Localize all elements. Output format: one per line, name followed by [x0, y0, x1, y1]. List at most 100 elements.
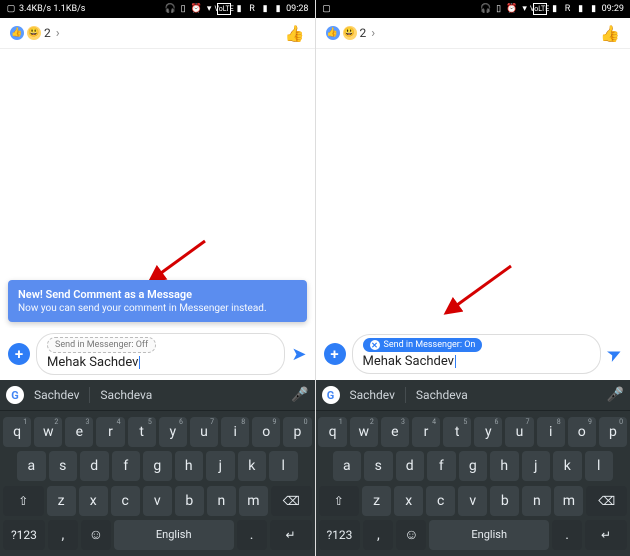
- post-header: 👍 😃 2 › 👍: [0, 18, 315, 49]
- key-c[interactable]: c: [111, 486, 140, 516]
- key-q[interactable]: q1: [318, 417, 346, 447]
- key-h[interactable]: h: [175, 451, 204, 481]
- key-k[interactable]: k: [238, 451, 267, 481]
- key-s[interactable]: s: [364, 451, 393, 481]
- key-row-3: ⇧zxcvbnm⌫: [3, 486, 312, 516]
- key-v[interactable]: v: [143, 486, 172, 516]
- key-p[interactable]: p0: [599, 417, 627, 447]
- key-p[interactable]: p0: [283, 417, 311, 447]
- key-d[interactable]: d: [80, 451, 109, 481]
- headphones-icon: 🎧: [481, 4, 491, 14]
- google-icon[interactable]: G: [6, 386, 24, 404]
- key-[interactable]: ,: [363, 520, 393, 550]
- key-e[interactable]: e3: [381, 417, 409, 447]
- comment-input-box[interactable]: ✕ Send in Messenger: On Mehak Sachdev: [352, 334, 601, 374]
- key-y[interactable]: y6: [474, 417, 502, 447]
- suggestion-1[interactable]: Sachdev: [350, 388, 395, 402]
- key-n[interactable]: n: [207, 486, 236, 516]
- key-a[interactable]: a: [17, 451, 46, 481]
- key-m[interactable]: m: [554, 486, 583, 516]
- key-z[interactable]: z: [47, 486, 76, 516]
- key-t[interactable]: t5: [443, 417, 471, 447]
- key-r[interactable]: r4: [96, 417, 124, 447]
- net-speed: 3.4KB/s 1.1KB/s: [19, 4, 85, 14]
- key-[interactable]: ↵: [585, 520, 627, 550]
- key-n[interactable]: n: [522, 486, 551, 516]
- key-w[interactable]: w2: [350, 417, 378, 447]
- mic-icon[interactable]: 🎤: [607, 387, 624, 403]
- add-attachment-button[interactable]: +: [8, 343, 30, 365]
- comment-text-input[interactable]: Mehak Sachdev: [363, 354, 590, 369]
- alarm-icon: ⏰: [191, 4, 201, 14]
- send-button[interactable]: ➤: [291, 344, 306, 365]
- key-[interactable]: .: [552, 520, 582, 550]
- key-f[interactable]: f: [112, 451, 141, 481]
- reactions-summary[interactable]: 👍 😃 2 ›: [326, 26, 376, 41]
- key-v[interactable]: v: [458, 486, 487, 516]
- key-u[interactable]: u7: [505, 417, 533, 447]
- key-m[interactable]: m: [239, 486, 268, 516]
- key-d[interactable]: d: [396, 451, 425, 481]
- key-123[interactable]: ?123: [319, 520, 361, 550]
- reactions-summary[interactable]: 👍 😃 2 ›: [10, 26, 60, 41]
- key-z[interactable]: z: [362, 486, 391, 516]
- key-u[interactable]: u7: [190, 417, 218, 447]
- close-icon[interactable]: ✕: [370, 340, 380, 350]
- key-row-1: q1w2e3r4t5y6u7i8o9p0: [319, 417, 628, 447]
- key-l[interactable]: l: [585, 451, 614, 481]
- key-e[interactable]: e3: [65, 417, 93, 447]
- key-j[interactable]: j: [522, 451, 551, 481]
- wifi-icon: ▾: [520, 4, 530, 14]
- key-[interactable]: ⌫: [586, 486, 627, 516]
- key-[interactable]: ☺: [81, 520, 111, 550]
- key-l[interactable]: l: [269, 451, 298, 481]
- key-english[interactable]: English: [114, 520, 234, 550]
- key-x[interactable]: x: [394, 486, 423, 516]
- key-s[interactable]: s: [49, 451, 78, 481]
- key-f[interactable]: f: [427, 451, 456, 481]
- send-button[interactable]: ➤: [603, 341, 626, 366]
- battery-icon: ▮: [589, 4, 599, 14]
- suggestion-2[interactable]: Sachdeva: [416, 388, 468, 402]
- key-x[interactable]: x: [79, 486, 108, 516]
- key-r[interactable]: r4: [412, 417, 440, 447]
- key-a[interactable]: a: [333, 451, 362, 481]
- key-123[interactable]: ?123: [3, 520, 45, 550]
- key-b[interactable]: b: [175, 486, 204, 516]
- send-in-messenger-toggle[interactable]: Send in Messenger: Off: [47, 337, 156, 353]
- send-in-messenger-toggle[interactable]: ✕ Send in Messenger: On: [363, 338, 483, 352]
- key-g[interactable]: g: [143, 451, 172, 481]
- google-icon[interactable]: G: [322, 386, 340, 404]
- key-q[interactable]: q1: [3, 417, 31, 447]
- like-button[interactable]: 👍: [285, 24, 305, 43]
- key-[interactable]: ↵: [270, 520, 312, 550]
- key-t[interactable]: t5: [128, 417, 156, 447]
- suggestion-1[interactable]: Sachdev: [34, 388, 79, 402]
- add-attachment-button[interactable]: +: [324, 343, 346, 365]
- key-[interactable]: ,: [48, 520, 78, 550]
- key-h[interactable]: h: [490, 451, 519, 481]
- key-[interactable]: ☺: [396, 520, 426, 550]
- key-i[interactable]: i8: [221, 417, 249, 447]
- comment-input-box[interactable]: Send in Messenger: Off Mehak Sachdev: [36, 333, 285, 375]
- key-o[interactable]: o9: [568, 417, 596, 447]
- like-button[interactable]: 👍: [600, 24, 620, 43]
- key-i[interactable]: i8: [537, 417, 565, 447]
- key-b[interactable]: b: [490, 486, 519, 516]
- key-[interactable]: ⇧: [3, 486, 44, 516]
- key-[interactable]: .: [237, 520, 267, 550]
- suggestion-2[interactable]: Sachdeva: [100, 388, 152, 402]
- key-w[interactable]: w2: [34, 417, 62, 447]
- key-k[interactable]: k: [553, 451, 582, 481]
- key-j[interactable]: j: [206, 451, 235, 481]
- key-english[interactable]: English: [429, 520, 549, 550]
- key-[interactable]: ⌫: [271, 486, 312, 516]
- key-[interactable]: ⇧: [319, 486, 360, 516]
- key-g[interactable]: g: [459, 451, 488, 481]
- key-y[interactable]: y6: [159, 417, 187, 447]
- comment-composer: + Send in Messenger: Off Mehak Sachdev ➤: [0, 328, 315, 380]
- comment-text-input[interactable]: Mehak Sachdev: [47, 355, 274, 370]
- key-c[interactable]: c: [426, 486, 455, 516]
- key-o[interactable]: o9: [252, 417, 280, 447]
- mic-icon[interactable]: 🎤: [291, 387, 308, 403]
